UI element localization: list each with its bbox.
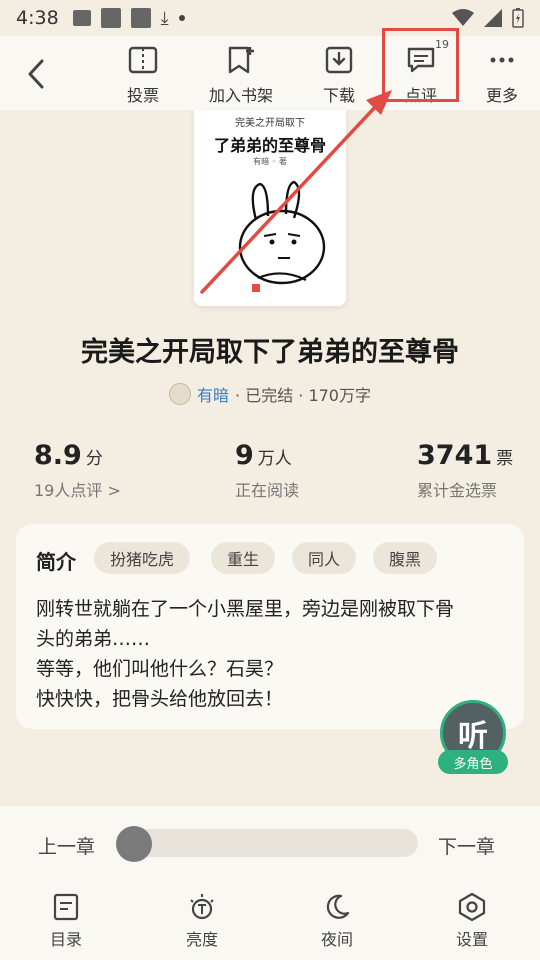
tickets-sub: 累计金选票 (417, 481, 498, 500)
score-review-count: 19人点评 > (34, 481, 121, 500)
bottom-panel: 上一章 下一章 目录 亮度 夜间 设置 (0, 806, 540, 960)
intro-line: 等等，他们叫他什么？石昊？ (36, 658, 284, 680)
book-meta: 有暗 · 已完结 · 170万字 (0, 382, 540, 406)
tickets-stat: 3741 票 累计金选票 (417, 440, 513, 501)
next-chapter-button[interactable]: 下一章 (438, 832, 495, 859)
download-icon (325, 46, 353, 74)
tag-chip[interactable]: 扮猪吃虎 (94, 542, 191, 574)
more-button[interactable]: 更多 (462, 40, 540, 106)
book-status-wordcount: · 已完结 · 170万字 (235, 386, 371, 405)
readers-stat: 9 万人 正在阅读 (235, 440, 299, 501)
back-button[interactable] (18, 56, 54, 92)
cover-illustration (238, 180, 326, 292)
annotation-highlight-box (382, 28, 459, 102)
signal-icon (484, 9, 502, 27)
intro-line: 头的弟弟…… (36, 628, 151, 650)
image-notification-icon (72, 10, 91, 26)
night-label: 夜间 (320, 930, 353, 949)
top-toolbar: 投票 加入书架 下载 19 点评 更多 (0, 36, 540, 110)
brightness-label: 亮度 (185, 930, 218, 949)
listen-label: 听 (458, 719, 488, 754)
author-avatar[interactable] (169, 383, 191, 405)
download-label: 下载 (322, 86, 355, 105)
tickets-value: 3741 (417, 440, 493, 471)
vote-label: 投票 (126, 86, 159, 105)
wifi-icon (452, 9, 474, 26)
prev-chapter-button[interactable]: 上一章 (38, 832, 95, 859)
score-unit: 分 (85, 449, 103, 469)
moon-icon (326, 894, 350, 919)
book-cover[interactable]: 完美之开局取下 了弟弟的至尊骨 有暗 ◦ 著 (194, 110, 346, 306)
chapter-progress-thumb[interactable] (116, 826, 152, 862)
chapter-progress-track[interactable] (118, 829, 418, 857)
settings-hexagon-icon (458, 892, 486, 922)
brightness-button[interactable]: 亮度 (162, 892, 242, 956)
book-title: 完美之开局取下了弟弟的至尊骨 (81, 337, 459, 368)
listen-multi-role-tag: 多角色 (438, 750, 508, 774)
app-notification-icon-2 (130, 8, 151, 28)
add-to-bookshelf-button[interactable]: 加入书架 (201, 40, 281, 106)
score-stat[interactable]: 8.9 分 19人点评 > (34, 440, 121, 501)
battery-icon (512, 8, 524, 28)
bottom-nav: 目录 亮度 夜间 设置 (0, 892, 540, 960)
bookshelf-add-icon (228, 46, 254, 74)
readers-value: 9 (235, 440, 254, 471)
tag-chip[interactable]: 重生 (211, 542, 276, 574)
tickets-unit: 票 (496, 449, 514, 469)
more-dots-icon (490, 57, 514, 63)
brightness-icon (190, 894, 214, 920)
intro-card: 简介 扮猪吃虎 重生 同人 腹黑 刚转世就躺在了一个小黑屋里，旁边是刚被取下骨 … (16, 524, 524, 729)
app-notification-icon (100, 8, 121, 28)
chevron-left-icon (28, 59, 44, 89)
intro-text[interactable]: 刚转世就躺在了一个小黑屋里，旁边是刚被取下骨 头的弟弟…… 等等，他们叫他什么？… (36, 594, 516, 714)
night-mode-button[interactable]: 夜间 (297, 892, 377, 956)
more-label: 更多 (485, 86, 518, 105)
status-time: 4:38 (16, 7, 59, 29)
download-button[interactable]: 下载 (299, 40, 379, 106)
more-notifications-icon (178, 15, 185, 21)
vote-icon (128, 46, 158, 74)
toc-label: 目录 (49, 930, 82, 949)
settings-button[interactable]: 设置 (432, 892, 512, 956)
tag-chip[interactable]: 同人 (292, 542, 357, 574)
author-name-link[interactable]: 有暗 (197, 382, 229, 406)
intro-line: 刚转世就躺在了一个小黑屋里，旁边是刚被取下骨 (36, 598, 455, 620)
toc-button[interactable]: 目录 (26, 892, 106, 956)
status-bar: 4:38 ⤓ (0, 0, 540, 36)
toc-icon (53, 893, 79, 921)
tag-chip[interactable]: 腹黑 (373, 542, 438, 574)
intro-heading: 简介 (36, 550, 76, 574)
readers-sub: 正在阅读 (235, 481, 300, 500)
settings-label: 设置 (455, 930, 488, 949)
chapter-nav: 上一章 下一章 (0, 826, 540, 862)
vote-button[interactable]: 投票 (103, 40, 183, 106)
readers-unit: 万人 (257, 449, 292, 469)
listen-button[interactable]: 听 多角色 (430, 700, 516, 776)
bookshelf-label: 加入书架 (208, 86, 273, 105)
score-value: 8.9 (34, 440, 82, 471)
download-notification-icon: ⤓ (160, 7, 169, 29)
